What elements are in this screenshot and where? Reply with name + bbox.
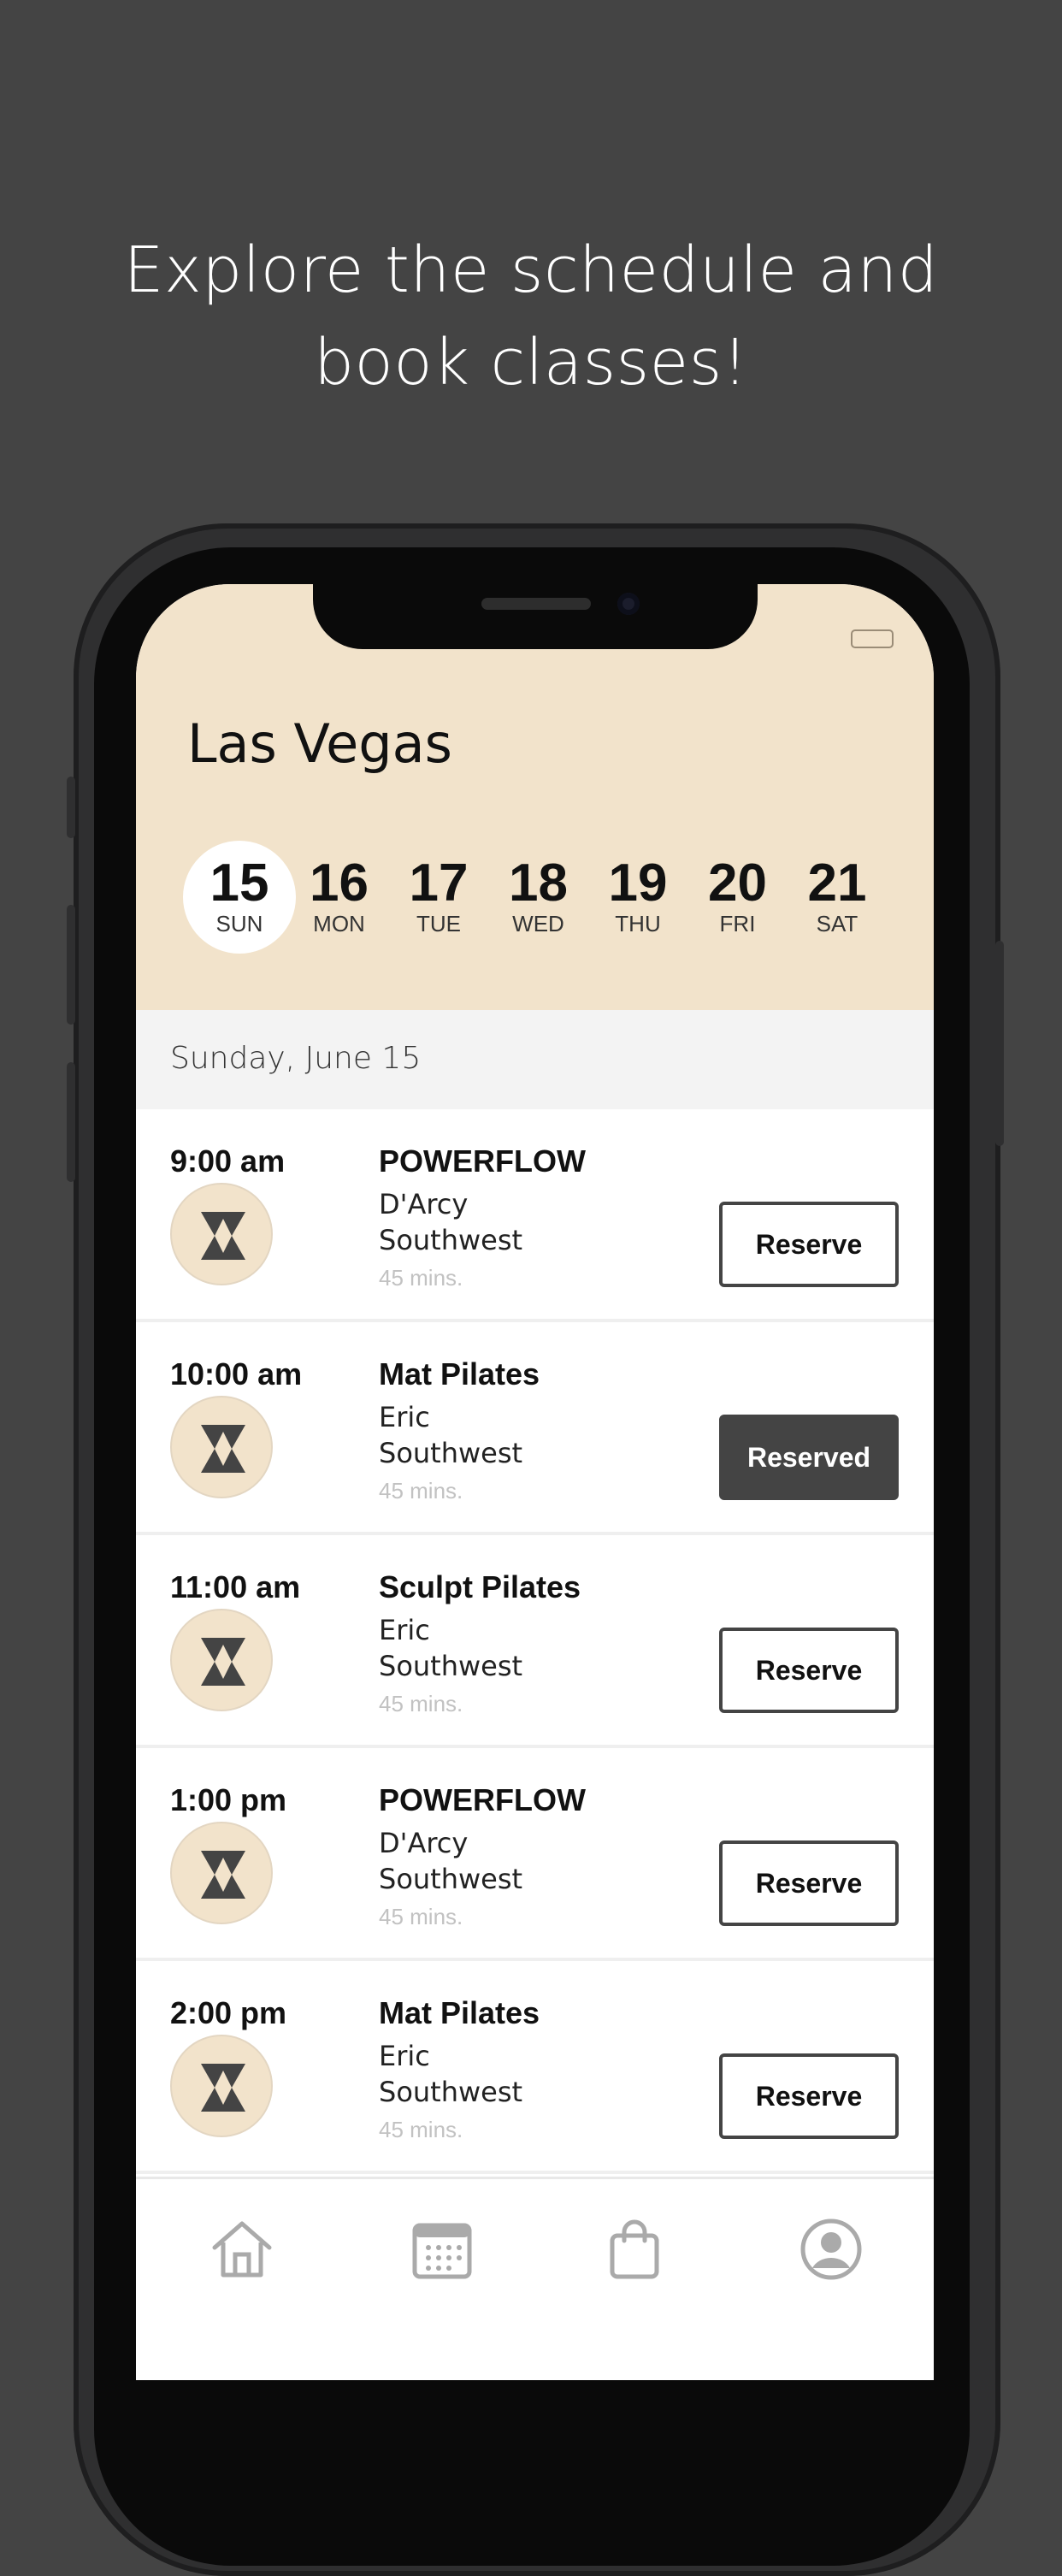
- selected-date-label: Sunday, June 15: [170, 1041, 422, 1076]
- day-tue[interactable]: 17 TUE: [382, 841, 495, 954]
- selected-date-bar: Sunday, June 15: [136, 1010, 934, 1109]
- shopping-bag-icon: [610, 2219, 659, 2279]
- phone-notch: [313, 584, 758, 649]
- class-time: 2:00 pm: [170, 1995, 287, 2030]
- page-title: Las Vegas: [187, 712, 452, 775]
- power-button: [995, 941, 1004, 1146]
- class-instructor: D'Arcy: [379, 1827, 469, 1859]
- class-instructor: D'Arcy: [379, 1188, 469, 1220]
- class-duration: 45 mins.: [379, 1478, 463, 1504]
- studio-logo-avatar: [170, 1183, 273, 1285]
- class-name: POWERFLOW: [379, 1143, 586, 1179]
- day-number: 21: [807, 854, 867, 913]
- class-name: Mat Pilates: [379, 1356, 540, 1391]
- class-row[interactable]: 11:00 am Sculpt Pilates Eric Southwest 45 mi…: [136, 1535, 934, 1748]
- reserved-button[interactable]: Reserved: [719, 1415, 899, 1500]
- class-time: 9:00 am: [170, 1143, 286, 1179]
- day-number: 18: [509, 854, 568, 913]
- class-instructor: Eric: [379, 1614, 430, 1646]
- day-label: SUN: [215, 911, 263, 936]
- tab-bar: [136, 2177, 934, 2380]
- home-icon: [212, 2221, 272, 2278]
- day-thu[interactable]: 19 THU: [581, 841, 694, 954]
- class-location: Southwest: [379, 1224, 523, 1256]
- day-mon[interactable]: 16 MON: [283, 841, 396, 954]
- class-location: Southwest: [379, 2076, 523, 2108]
- promo-headline: Explore the schedule and book classes!: [0, 224, 1062, 409]
- studio-logo-avatar: [170, 1396, 273, 1498]
- battery-icon: [851, 629, 894, 648]
- class-instructor: Eric: [379, 2040, 430, 2072]
- reserve-button[interactable]: Reserve: [719, 1840, 899, 1926]
- class-duration: 45 mins.: [379, 2117, 463, 2142]
- studio-logo-avatar: [170, 2035, 273, 2137]
- class-time: 1:00 pm: [170, 1782, 287, 1817]
- class-duration: 45 mins.: [379, 1265, 463, 1291]
- class-name: Mat Pilates: [379, 1995, 540, 2030]
- calendar-icon: [412, 2223, 472, 2279]
- day-sat[interactable]: 21 SAT: [781, 841, 894, 954]
- class-row[interactable]: 9:00 am POWERFLOW D'Arcy Southwest 45 mins. R…: [136, 1109, 934, 1322]
- class-time: 11:00 am: [170, 1569, 301, 1604]
- week-selector: 15 SUN 16 MON 17 TUE 18 WED 19 THU 20 FRI 21 SAT: [183, 841, 910, 954]
- reserve-button[interactable]: Reserve: [719, 2053, 899, 2139]
- speaker-grille: [481, 598, 591, 610]
- day-label: THU: [615, 911, 661, 936]
- profile-icon: [800, 2219, 862, 2280]
- class-duration: 45 mins.: [379, 1904, 463, 1929]
- class-location: Southwest: [379, 1437, 523, 1469]
- class-name: POWERFLOW: [379, 1782, 586, 1817]
- day-label: TUE: [416, 911, 461, 936]
- class-time: 10:00 am: [170, 1356, 303, 1391]
- tab-shop[interactable]: [600, 2215, 669, 2284]
- promo-headline-line-2: book classes!: [314, 326, 748, 399]
- class-location: Southwest: [379, 1650, 523, 1682]
- day-label: MON: [313, 911, 365, 936]
- class-row[interactable]: 1:00 pm POWERFLOW D'Arcy Southwest 45 mins. R…: [136, 1748, 934, 1961]
- class-duration: 45 mins.: [379, 1691, 463, 1716]
- day-label: FRI: [719, 911, 756, 936]
- class-row[interactable]: 10:00 am Mat Pilates Eric Southwest 45 mins.…: [136, 1322, 934, 1535]
- day-label: SAT: [816, 911, 858, 936]
- day-wed[interactable]: 18 WED: [482, 841, 595, 954]
- day-number: 17: [409, 854, 469, 913]
- class-instructor: Eric: [379, 1401, 430, 1433]
- front-camera: [617, 593, 640, 615]
- day-sun[interactable]: 15 SUN: [183, 841, 296, 954]
- studio-logo-avatar: [170, 1822, 273, 1924]
- mute-switch: [67, 777, 75, 838]
- tab-profile[interactable]: [797, 2215, 865, 2284]
- day-label: WED: [512, 911, 564, 936]
- volume-down-button: [67, 1062, 75, 1182]
- promo-headline-line-1: Explore the schedule and: [123, 233, 939, 307]
- reserve-button[interactable]: Reserve: [719, 1628, 899, 1713]
- class-name: Sculpt Pilates: [379, 1569, 581, 1604]
- volume-up-button: [67, 905, 75, 1025]
- tab-schedule[interactable]: [408, 2215, 476, 2284]
- day-number: 20: [708, 854, 767, 913]
- day-fri[interactable]: 20 FRI: [681, 841, 794, 954]
- app-screen: Las Vegas 15 SUN 16 MON 17 TUE 18 WED 19 THU 20 FRI…: [136, 584, 934, 2380]
- day-number: 19: [608, 854, 668, 913]
- day-number: 15: [209, 854, 269, 913]
- class-location: Southwest: [379, 1863, 523, 1895]
- class-row[interactable]: 2:00 pm Mat Pilates Eric Southwest 45 mins. R…: [136, 1961, 934, 2174]
- day-number: 16: [310, 854, 369, 913]
- studio-logo-avatar: [170, 1609, 273, 1711]
- reserve-button[interactable]: Reserve: [719, 1202, 899, 1287]
- tab-home[interactable]: [208, 2215, 276, 2284]
